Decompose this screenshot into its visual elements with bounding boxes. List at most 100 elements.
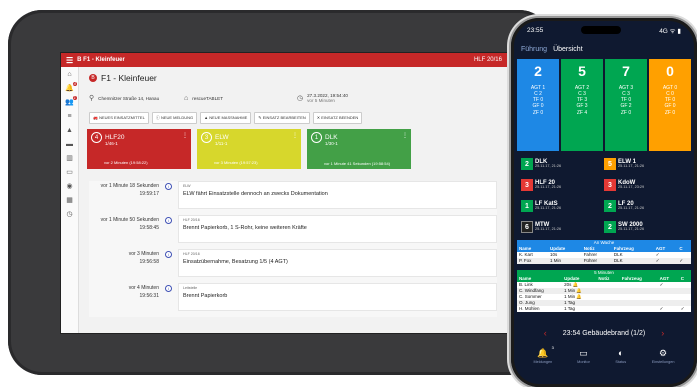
end-incident-button[interactable]: ✕ EINSATZ BEENDEN [312, 112, 363, 124]
incident-title: F1 - Kleinfeuer [101, 73, 157, 83]
crew-count: 3 [201, 132, 212, 143]
timeline-event[interactable]: vor 1 Minute 18 Sekunden 19:59:17 i ELW EL… [89, 181, 497, 215]
vehicle-status-item[interactable]: 3 KdoW 25.11.17, 23:29 [604, 176, 687, 194]
status-icon: ◐ [618, 348, 624, 358]
event-vehicle: Leitstelle [183, 286, 198, 290]
address-group: ⚲ Chemnitzer Straße 14, Hanau [89, 94, 184, 102]
five-minutes-table: 5 Minuten Name Update Notiz Fahrzeug AGT C B.… [517, 270, 691, 312]
event-text: Brennt Papierkorb, 1 S-Rohr, keine weite… [183, 225, 307, 231]
vehicle-status-item[interactable]: 3 HLF 20 25.11.17, 21:26 [521, 176, 604, 194]
current-incident[interactable]: 23:54 Gebäudebrand (1/2) [563, 330, 646, 337]
vehicle-name: ELW [215, 134, 229, 141]
event-ago: vor 4 Minuten [128, 285, 159, 291]
new-measure-button[interactable]: ▲ NEUE MASSNAHME [200, 112, 252, 124]
vehicle-name: HLF20 [105, 134, 125, 141]
table-row[interactable]: P. Fox 1 Min Führer DLK ✓ ✓ [517, 258, 691, 264]
people-icon[interactable]: 👥 1 [65, 96, 77, 106]
event-vehicle: ELW [183, 184, 191, 188]
new-report-button[interactable]: ⓘ NEUE MELDUNG [151, 112, 198, 124]
grid-icon[interactable]: ▦ [66, 197, 73, 204]
gear-icon: ⚙ [659, 347, 668, 358]
tablet-screen: ☰ B F1 - Kleinfeuer HLF 20/16 ⌂ 🔔 4 👥 1 ≡ … [60, 52, 508, 334]
vehicle-status-item[interactable]: 2 DLK 25.11.17, 21:26 [521, 155, 604, 173]
timeline-event[interactable]: vor 3 Minuten 19:56:58 i HLF 20/16 Einsatz… [89, 249, 497, 283]
timeline-event[interactable]: vor 1 Minute 50 Sekunden 19:58:45 i HLF 2… [89, 215, 497, 249]
source-group: ⌂ rescueTABLET [184, 95, 297, 102]
vehicle-card[interactable]: 1 DLK 1/30-1 vor 1 Minute 41 Sekunden (19… [307, 129, 411, 169]
timeline-event[interactable]: vor 4 Minuten 19:56:31 i Leitstelle Brennt… [89, 283, 497, 317]
incident-info: ⚲ Chemnitzer Straße 14, Hanau ⌂ rescueTA… [89, 89, 497, 107]
nav-status[interactable]: ◐ Status [615, 348, 627, 364]
info-icon: i [165, 183, 172, 190]
alarm-icon[interactable]: 🔔 4 [65, 81, 77, 92]
vehicle-status-item[interactable]: 2 SW 2000 25.11.17, 21:26 [604, 218, 687, 236]
summary-tile[interactable]: 5 AGT 2C 3 TF 3 GF 3 ZF 4 [561, 59, 603, 151]
table-row[interactable]: H. Mühlen 1 Tag ✓ ✓ [517, 306, 691, 312]
event-ago: vor 1 Minute 18 Sekunden [100, 183, 159, 189]
alarm-badge: 4 [72, 81, 77, 86]
vehicle-status-item[interactable]: 1 LF KatS 25.11.17, 21:26 [521, 197, 604, 215]
top-app-bar: ☰ B F1 - Kleinfeuer HLF 20/16 [61, 53, 507, 67]
event-time: 19:56:58 [139, 258, 159, 265]
at-station-table: An Wache Name Update Notiz Fahrzeug AGT C K. … [517, 240, 691, 264]
nav-meldungen[interactable]: 🔔 3 Meldungen [533, 345, 553, 364]
incident-badge: B [89, 74, 97, 82]
incident-source: rescueTABLET [192, 95, 224, 101]
vehicle-id: HLF 20/16 [473, 57, 502, 63]
station-icon: ⌂ [184, 94, 189, 102]
info-icon: i [165, 217, 172, 224]
summary-tile[interactable]: 0 AGT 0C 0 TF 0 GF 0 ZF 0 [649, 59, 691, 151]
more-icon[interactable]: ⋮ [292, 132, 298, 139]
app-title: B F1 - Kleinfeuer [77, 57, 125, 63]
event-time: 19:56:31 [139, 292, 159, 299]
event-text: Brennt Papierkorb [183, 293, 228, 299]
chevron-right-icon[interactable]: › [661, 328, 664, 338]
crew-count: 1 [311, 132, 322, 143]
tab-uebersicht[interactable]: Übersicht [553, 46, 583, 53]
chart-icon[interactable]: ▥ [66, 155, 73, 162]
phone-notch [581, 26, 622, 34]
folder-icon[interactable]: ▭ [66, 169, 73, 176]
vehicle-status: vor 2 Minuten (19:58:22) [104, 160, 148, 165]
phone-tabs: Führung Übersicht [511, 42, 697, 57]
new-resource-button[interactable]: 🚒 NEUES EINSATZMITTEL [89, 112, 149, 124]
monitor-icon: ▭ [579, 347, 588, 358]
clock-icon[interactable]: ◷ [66, 211, 72, 218]
incident-address: Chemnitzer Straße 14, Hanau [98, 95, 160, 101]
vehicle-code: 1/11-1 [215, 141, 228, 146]
vehicle-card[interactable]: 3 ELW 1/11-1 vor 3 Minuten (19:57:23) ⋮ [197, 129, 301, 169]
event-text: Einsatzübernahme, Besatzung 1/5 (4 AGT) [183, 259, 288, 265]
nav-einstellungen[interactable]: ⚙ Einstellungen [652, 347, 675, 365]
menu-icon[interactable]: ☰ [66, 56, 73, 65]
info-icon: i [165, 251, 172, 258]
event-vehicle: HLF 20/16 [183, 218, 200, 222]
summary-tile[interactable]: 7 AGT 3C 3 TF 0 GF 2 ZF 0 [605, 59, 647, 151]
action-buttons: 🚒 NEUES EINSATZMITTEL ⓘ NEUE MELDUNG ▲ N… [89, 112, 497, 124]
compass-icon[interactable]: ◉ [66, 183, 72, 190]
list-icon[interactable]: ≡ [67, 113, 71, 120]
event-time: 19:58:45 [139, 224, 159, 231]
event-ago: vor 3 Minuten [128, 251, 159, 257]
info-icon: i [165, 285, 172, 292]
vehicle-code: 1/30-1 [325, 141, 338, 146]
phone-status-bar: 23:55 4G ᯤ ▮ [511, 18, 697, 42]
edit-incident-button[interactable]: ✎ EINSATZ BEARBEITEN [254, 112, 310, 124]
event-ago: vor 1 Minute 50 Sekunden [100, 217, 159, 223]
nav-monitor[interactable]: ▭ Monitor [577, 347, 590, 365]
incident-pager: ‹ 23:54 Gebäudebrand (1/2) › [511, 324, 697, 342]
warning-icon[interactable]: ▲ [66, 127, 73, 134]
more-icon[interactable]: ⋮ [182, 132, 188, 139]
phone-device: 23:55 4G ᯤ ▮ Führung Übersicht 2 AGT 1C … [511, 18, 697, 387]
home-icon[interactable]: ⌂ [67, 71, 71, 78]
tab-fuehrung[interactable]: Führung [521, 46, 547, 53]
chevron-left-icon[interactable]: ‹ [544, 328, 547, 338]
car-icon[interactable]: ▬ [66, 141, 73, 148]
more-icon[interactable]: ⋮ [402, 132, 408, 139]
vehicle-status-item[interactable]: 2 LF 20 25.11.17, 21:26 [604, 197, 687, 215]
incident-elapsed: vor 5 Minuten [307, 98, 335, 103]
vehicle-card[interactable]: 4 HLF20 1/46-1 vor 2 Minuten (19:58:22) ⋮ [87, 129, 191, 169]
vehicle-status: vor 3 Minuten (19:57:23) [214, 160, 258, 165]
summary-tile[interactable]: 2 AGT 1C 2 TF 0 GF 0 ZF 0 [517, 59, 559, 151]
vehicle-status-item[interactable]: 5 ELW 1 25.11.17, 21:26 [604, 155, 687, 173]
vehicle-status-item[interactable]: 6 MTW 25.11.17, 21:26 [521, 218, 604, 236]
